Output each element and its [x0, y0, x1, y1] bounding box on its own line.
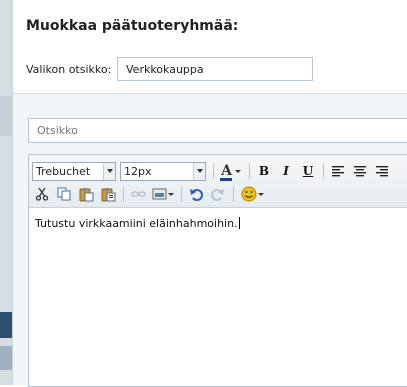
toolbar-row-actions [32, 183, 268, 205]
emoticon-button[interactable] [238, 184, 266, 204]
font-size-select[interactable]: 12px [120, 161, 206, 181]
font-family-select[interactable]: Trebuchet [32, 161, 116, 181]
italic-label: I [283, 164, 289, 178]
smiley-icon [241, 186, 256, 202]
align-center-icon [354, 165, 366, 176]
menu-title-input[interactable] [117, 57, 313, 81]
align-right-button[interactable] [372, 161, 392, 181]
font-color-bar [220, 178, 233, 181]
align-left-button[interactable] [328, 161, 348, 181]
chevron-down-icon [103, 162, 115, 180]
bold-button[interactable]: B [254, 161, 274, 181]
align-center-button[interactable] [350, 161, 370, 181]
italic-button[interactable]: I [276, 161, 296, 181]
toolbar-divider [249, 163, 250, 179]
undo-button[interactable] [186, 184, 206, 204]
insert-image-button[interactable] [150, 184, 176, 204]
underline-label: U [302, 164, 314, 178]
toolbar-divider [233, 186, 234, 202]
copy-button[interactable] [54, 184, 74, 204]
menu-title-label: Valikon otsikko: [26, 63, 112, 76]
chevron-down-icon [234, 169, 241, 173]
toolbar-row-formatting: Trebuchet 12px A B I U [32, 160, 394, 182]
paste-button[interactable] [76, 184, 96, 204]
font-size-value: 12px [124, 164, 152, 178]
underline-button[interactable]: U [298, 161, 318, 181]
chevron-down-icon [168, 192, 174, 196]
editor-text: Tutustu virkkaamiini eläinhahmoihin. [35, 217, 238, 230]
dialog-header: Muokkaa päätuoteryhmää: Valikon otsikko: [13, 0, 407, 94]
cut-icon [35, 187, 49, 201]
chevron-down-icon [257, 192, 264, 196]
dialog-title: Muokkaa päätuoteryhmää: [26, 18, 239, 34]
editor-content-area[interactable]: Tutustu virkkaamiini eläinhahmoihin. [35, 217, 405, 230]
edit-main-group-dialog: Muokkaa päätuoteryhmää: Valikon otsikko:… [12, 0, 407, 387]
link-icon [130, 191, 146, 197]
chevron-down-icon [193, 162, 205, 180]
align-right-icon [376, 165, 388, 176]
editor-toolbar: Trebuchet 12px A B I U [29, 155, 407, 208]
redo-icon [211, 189, 224, 201]
font-color-label: A [221, 163, 232, 179]
background-page-strip [0, 0, 12, 385]
link-button[interactable] [128, 184, 148, 204]
background-block [0, 346, 12, 370]
bold-label: B [258, 164, 270, 178]
paste-icon [79, 187, 93, 201]
font-color-button[interactable]: A [218, 161, 244, 181]
toolbar-divider [123, 186, 124, 202]
background-block [0, 312, 12, 338]
redo-button[interactable] [208, 184, 228, 204]
align-left-icon [332, 165, 344, 176]
copy-icon [57, 187, 71, 201]
undo-icon [190, 189, 203, 201]
cut-button[interactable] [32, 184, 52, 204]
text-caret [238, 217, 240, 229]
toolbar-divider [323, 163, 324, 179]
font-family-value: Trebuchet [36, 164, 91, 178]
toolbar-divider [181, 186, 182, 202]
paste-text-icon [101, 187, 115, 201]
background-block [0, 96, 12, 136]
insert-image-icon [152, 188, 167, 200]
rich-text-editor: Trebuchet 12px A B I U Tutustu virkkaami… [28, 154, 407, 387]
paste-text-button[interactable] [98, 184, 118, 204]
toolbar-divider [213, 163, 214, 179]
title-input[interactable] [28, 118, 407, 143]
